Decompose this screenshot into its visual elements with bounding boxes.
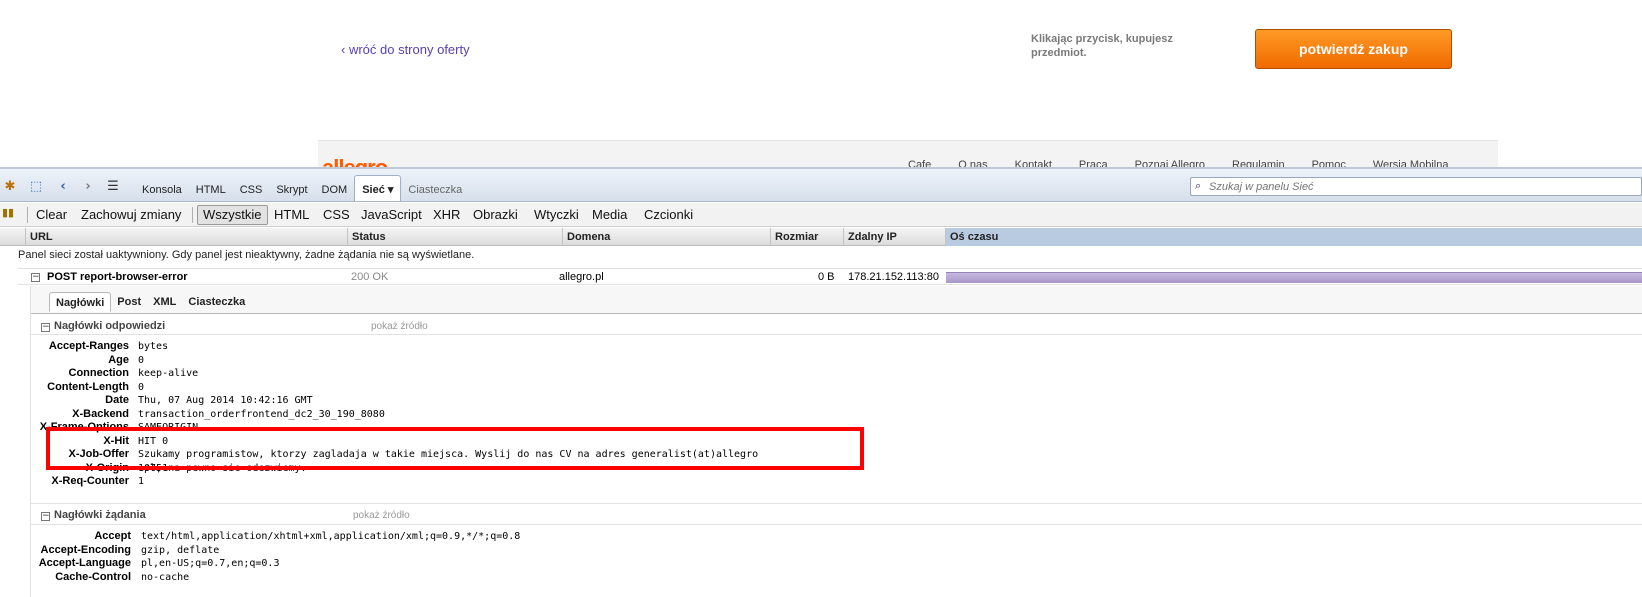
firebug-bug-icon[interactable]: ✱ [2,179,18,195]
detail-tab-post[interactable]: Post [111,292,147,312]
forward-arrow-icon[interactable]: › [80,179,96,195]
highlight-annotation [46,427,864,470]
firebug-tabs: Konsola HTML CSS Skrypt DOM Sieć ▾ Ciast… [135,175,469,201]
header-value: gzip, deflate [141,544,220,556]
collapse-icon[interactable]: − [41,512,50,521]
header-name: X-Req-Counter [51,475,129,487]
request-status: 200 OK [351,271,389,283]
header-value: 0 [138,354,145,366]
header-row: Accept-Encoding gzip, deflate [31,544,1631,558]
header-value: transaction_orderfrontend_dc2_30_190_808… [138,408,385,420]
tab-siec[interactable]: Sieć ▾ [354,175,402,201]
filter-html[interactable]: HTML [269,205,314,225]
inspect-element-icon[interactable]: ⬚ [28,179,44,195]
header-name: Accept-Language [38,557,131,569]
page-content: ‹ wróć do strony oferty Klikając przycis… [0,0,1642,168]
header-name: Cache-Control [55,570,131,583]
request-row[interactable]: − POST report-browser-error 200 OK alleg… [18,268,1642,285]
detail-tab-cookies[interactable]: Ciasteczka [182,292,251,312]
network-info-message: Panel sieci został uaktywniony. Gdy pane… [18,249,475,261]
clear-button[interactable]: Clear [31,205,72,225]
filter-css[interactable]: CSS [318,205,355,225]
header-value: pl,en-US;q=0.7,en;q=0.3 [141,558,280,569]
header-name: Date [105,394,129,406]
request-view-source-link[interactable]: pokaż źródło [353,510,410,521]
column-size[interactable]: Rozmiar [770,228,843,246]
pause-icon[interactable]: ▮▮ [2,206,14,219]
header-value: bytes [138,341,169,352]
header-name: Age [108,353,129,366]
firebug-panel: ✱ ⬚ ‹ › ☰ Konsola HTML CSS Skrypt DOM Si… [0,167,1642,597]
firebug-tabbar: ✱ ⬚ ‹ › ☰ Konsola HTML CSS Skrypt DOM Si… [0,169,1642,202]
request-headers-title: Nagłówki żądania [54,509,146,521]
filter-all[interactable]: Wszystkie [197,205,268,225]
request-size: 0 B [818,271,835,283]
tab-css[interactable]: CSS [233,175,270,201]
header-value: keep-alive [138,368,199,379]
header-value: text/html,application/xhtml+xml,applicat… [141,531,521,542]
header-name: X-Backend [72,407,129,420]
tab-html[interactable]: HTML [189,175,233,201]
filter-xhr[interactable]: XHR [428,205,465,225]
header-value: 0 [138,381,145,393]
request-domain: allegro.pl [559,271,604,283]
header-row: X-Req-Counter 1 [31,475,1631,489]
column-status[interactable]: Status [347,228,562,246]
network-column-headers: URL Status Domena Rozmiar Zdalny IP Oś c… [0,228,1642,246]
filter-plugins[interactable]: Wtyczki [529,205,584,225]
back-arrow-icon[interactable]: ‹ [55,179,71,195]
page-footer: allegro Cafe O nas Kontakt Praca Poznaj … [318,140,1498,168]
column-domain[interactable]: Domena [562,228,770,246]
header-row: Cache-Control no-cache [31,571,1631,585]
header-row: Accept text/html,application/xhtml+xml,ap… [31,530,1631,544]
filter-media[interactable]: Media [587,205,632,225]
filter-fonts[interactable]: Czcionki [639,205,698,225]
response-headers-title: Nagłówki odpowiedzi [54,320,166,332]
header-value: 1 [138,476,145,487]
search-icon: ⌕ [1195,179,1202,192]
back-to-offer-link[interactable]: ‹ wróć do strony oferty [341,42,470,57]
filter-images[interactable]: Obrazki [468,205,523,225]
response-view-source-link[interactable]: pokaż źródło [371,321,428,332]
tab-skrypt[interactable]: Skrypt [269,175,314,201]
tab-dom[interactable]: DOM [315,175,355,201]
header-value: no-cache [141,571,190,583]
header-row: Content-Length 0 [31,381,1631,395]
tab-konsola[interactable]: Konsola [135,175,189,201]
request-remote-ip: 178.21.152.113:80 [848,271,939,283]
header-row: Connection keep-alive [31,367,1631,381]
network-search-input[interactable] [1209,179,1629,194]
header-row: Accept-Language pl,en-US;q=0.7,en;q=0.3 [31,557,1631,571]
column-timeline[interactable]: Oś czasu [945,228,1642,246]
detail-tabs: Nagłówki Post XML Ciasteczka [49,292,251,312]
collapse-icon[interactable]: − [31,273,40,282]
header-name: Accept-Encoding [40,543,131,556]
header-name: Connection [68,367,130,379]
detail-tab-xml[interactable]: XML [147,292,182,312]
command-line-icon[interactable]: ☰ [105,179,121,195]
header-value: Thu, 07 Aug 2014 10:42:16 GMT [138,395,313,406]
header-row: Accept-Ranges bytes [31,340,1631,354]
collapse-icon[interactable]: − [41,323,50,332]
header-name: Accept-Ranges [48,340,129,352]
header-row: X-Backend transaction_orderfrontend_dc2_3… [31,408,1631,422]
header-name: Content-Length [47,380,129,393]
network-toolbar: ▮▮ Clear Zachowuj zmiany Wszystkie HTML … [0,203,1642,227]
purchase-note: Klikając przycisk, kupujesz przedmiot. [1031,33,1173,59]
header-row: Age 0 [31,354,1631,368]
detail-tab-headers[interactable]: Nagłówki [49,292,112,312]
column-remote-ip[interactable]: Zdalny IP [843,228,945,246]
network-search[interactable]: ⌕ [1190,177,1642,196]
column-url[interactable]: URL [25,228,347,246]
header-row: Date Thu, 07 Aug 2014 10:42:16 GMT [31,394,1631,408]
request-url: POST report-browser-error [47,271,188,283]
persist-button[interactable]: Zachowuj zmiany [76,205,186,225]
confirm-purchase-button[interactable]: potwierdź zakup [1255,29,1452,69]
request-timeline-bar [946,272,1642,283]
tab-ciasteczka[interactable]: Ciasteczka [401,175,469,201]
header-name: Accept [94,530,131,542]
filter-javascript[interactable]: JavaScript [356,205,427,225]
